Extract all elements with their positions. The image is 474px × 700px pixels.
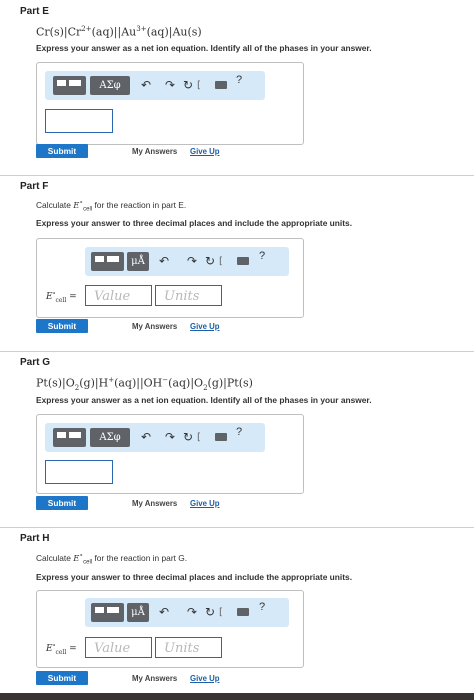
part-f-submit-button[interactable]: Submit (36, 319, 88, 333)
undo-icon[interactable]: ↶ (159, 603, 169, 622)
part-f-e-cell-label: E∘cell = (46, 290, 77, 304)
undo-icon[interactable]: ↶ (141, 428, 151, 447)
units-button[interactable]: μÅ (127, 252, 149, 271)
part-e-answer-input[interactable] (45, 109, 113, 133)
redo-icon[interactable]: ↷ (165, 428, 175, 447)
separator (0, 351, 474, 352)
templates-button[interactable] (53, 76, 86, 95)
part-f-value-input[interactable]: Value (85, 285, 152, 306)
symbols-button[interactable]: ΑΣφ (90, 428, 130, 447)
keyboard-icon[interactable] (237, 257, 249, 265)
part-h-value-input[interactable]: Value (85, 637, 152, 658)
part-g-my-answers-link[interactable]: My Answers (132, 499, 177, 508)
part-f-instruction: Express your answer to three decimal pla… (36, 218, 353, 228)
part-e-toolbar: ΑΣφ ↶ ↷ ↻ [ ? (45, 71, 265, 100)
part-h-description: Calculate E∘cell for the reaction in par… (36, 552, 188, 566)
part-f-toolbar: μÅ ↶ ↷ ↻ [ ? (85, 247, 289, 276)
part-h-my-answers-link[interactable]: My Answers (132, 674, 177, 683)
part-e-answer-frame: ΑΣφ ↶ ↷ ↻ [ ? (36, 62, 304, 145)
part-g-title: Part G (20, 357, 51, 368)
part-e-submit-button[interactable]: Submit (36, 144, 88, 158)
separator (0, 527, 474, 528)
part-h-submit-button[interactable]: Submit (36, 671, 88, 685)
help-icon[interactable]: ? (259, 250, 265, 262)
redo-icon[interactable]: ↷ (187, 252, 197, 271)
part-e-cell-notation: Cr(s)|Cr2+(aq)||Au3+(aq)|Au(s) (36, 25, 202, 39)
part-f-title: Part F (20, 181, 49, 192)
reset-icon[interactable]: ↻ (183, 428, 193, 447)
cursor-icon: [ (197, 80, 201, 91)
help-icon[interactable]: ? (259, 601, 265, 613)
part-f-my-answers-link[interactable]: My Answers (132, 322, 177, 331)
units-button[interactable]: μÅ (127, 603, 149, 622)
part-e-my-answers-link[interactable]: My Answers (132, 147, 177, 156)
undo-icon[interactable]: ↶ (141, 76, 151, 95)
cursor-icon: [ (219, 256, 223, 267)
part-g-toolbar: ΑΣφ ↶ ↷ ↻ [ ? (45, 423, 265, 452)
part-g-answer-input[interactable] (45, 460, 113, 484)
redo-icon[interactable]: ↷ (165, 76, 175, 95)
part-e-give-up-link[interactable]: Give Up (190, 147, 219, 156)
templates-button[interactable] (91, 603, 124, 622)
part-f-answer-frame: μÅ ↶ ↷ ↻ [ ? E∘cell = Value Units (36, 238, 304, 318)
help-icon[interactable]: ? (236, 74, 242, 86)
cursor-icon: [ (197, 432, 201, 443)
part-g-cell-notation: Pt(s)|O2(g)|H+(aq)||OH−(aq)|O2(g)|Pt(s) (36, 376, 253, 392)
part-f-units-input[interactable]: Units (155, 285, 222, 306)
keyboard-icon[interactable] (237, 608, 249, 616)
part-h-e-cell-label: E∘cell = (46, 642, 77, 656)
cursor-icon: [ (219, 607, 223, 618)
part-e-instruction: Express your answer as a net ion equatio… (36, 43, 372, 53)
undo-icon[interactable]: ↶ (159, 252, 169, 271)
part-h-give-up-link[interactable]: Give Up (190, 674, 219, 683)
part-h-instruction: Express your answer to three decimal pla… (36, 572, 353, 582)
part-e-title: Part E (20, 6, 49, 17)
part-f-give-up-link[interactable]: Give Up (190, 322, 219, 331)
reset-icon[interactable]: ↻ (205, 252, 215, 271)
part-g-submit-button[interactable]: Submit (36, 496, 88, 510)
keyboard-icon[interactable] (215, 433, 227, 441)
part-g-instruction: Express your answer as a net ion equatio… (36, 395, 372, 405)
templates-button[interactable] (53, 428, 86, 447)
redo-icon[interactable]: ↷ (187, 603, 197, 622)
part-f-description: Calculate E∘cell for the reaction in par… (36, 199, 187, 213)
bottom-bar (0, 693, 474, 700)
part-g-answer-frame: ΑΣφ ↶ ↷ ↻ [ ? (36, 414, 304, 494)
part-h-units-input[interactable]: Units (155, 637, 222, 658)
part-h-toolbar: μÅ ↶ ↷ ↻ [ ? (85, 598, 289, 627)
reset-icon[interactable]: ↻ (205, 603, 215, 622)
templates-button[interactable] (91, 252, 124, 271)
part-h-title: Part H (20, 533, 50, 544)
keyboard-icon[interactable] (215, 81, 227, 89)
part-g-give-up-link[interactable]: Give Up (190, 499, 219, 508)
symbols-button[interactable]: ΑΣφ (90, 76, 130, 95)
separator (0, 175, 474, 176)
help-icon[interactable]: ? (236, 426, 242, 438)
reset-icon[interactable]: ↻ (183, 76, 193, 95)
part-h-answer-frame: μÅ ↶ ↷ ↻ [ ? E∘cell = Value Units (36, 590, 304, 668)
